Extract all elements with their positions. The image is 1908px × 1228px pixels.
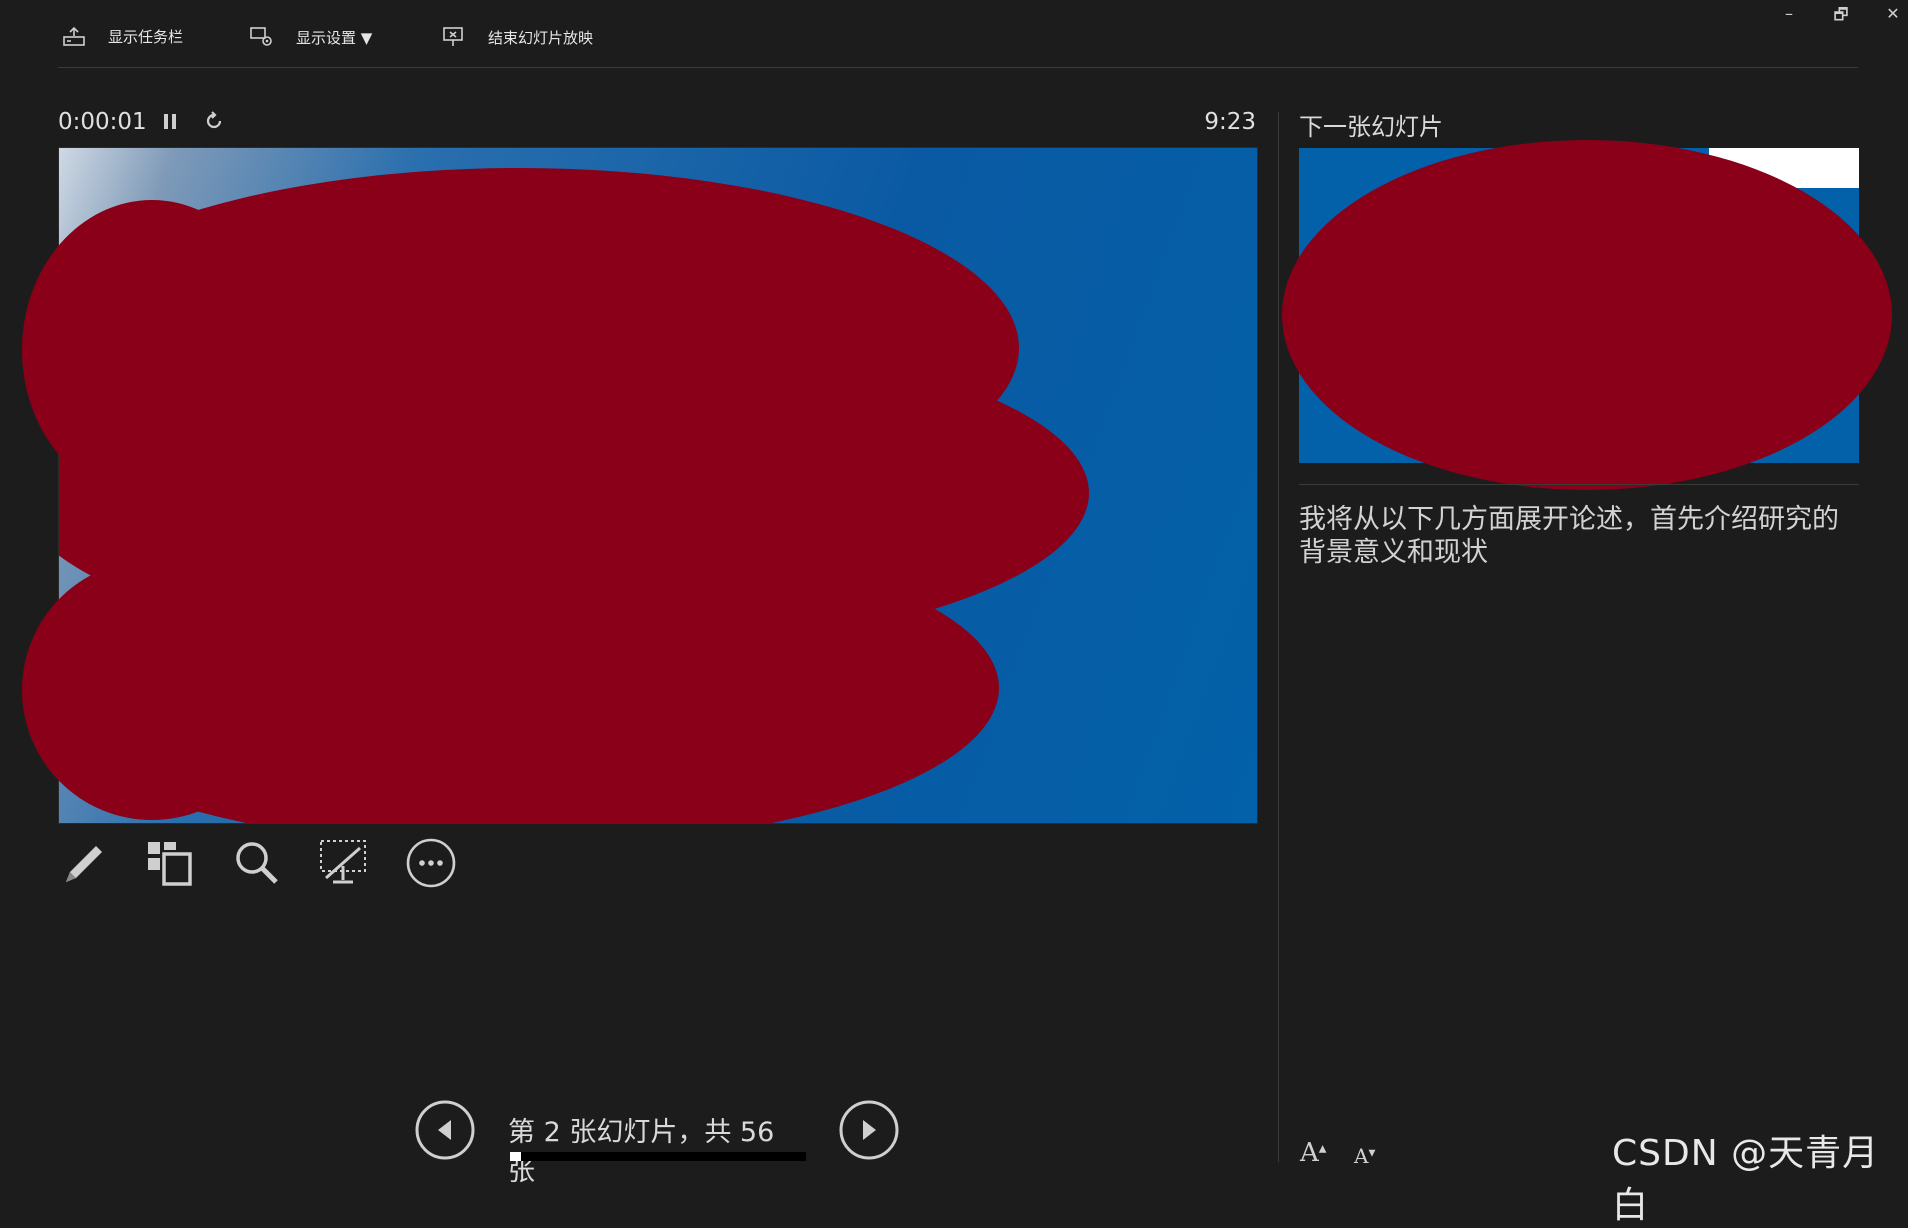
- slide-counter[interactable]: 第 2 张幻灯片，共 56 张: [508, 1110, 808, 1188]
- notes-divider: [1299, 484, 1859, 485]
- display-settings-label: 显示设置 ▼: [296, 28, 373, 47]
- restore-button[interactable]: 🗗: [1824, 4, 1858, 31]
- close-button[interactable]: ✕: [1876, 4, 1908, 23]
- zoom-icon[interactable]: [230, 836, 284, 890]
- increase-font-label: A: [1300, 1138, 1319, 1168]
- restart-timer-icon[interactable]: [203, 110, 225, 132]
- black-screen-icon[interactable]: [316, 836, 370, 890]
- end-slideshow-label: 结束幻灯片放映: [488, 28, 594, 47]
- pen-icon[interactable]: [58, 836, 112, 890]
- see-all-slides-icon[interactable]: [142, 836, 196, 890]
- minimize-button[interactable]: –: [1772, 4, 1806, 23]
- display-settings-icon: [250, 27, 272, 46]
- speaker-notes: 我将从以下几方面展开论述，首先介绍研究的背景意义和现状: [1299, 504, 1839, 568]
- decrease-font-label: A: [1354, 1144, 1369, 1168]
- redaction-mark: [22, 560, 282, 820]
- pane-divider: [1278, 112, 1279, 1162]
- show-taskbar-button[interactable]: 显示任务栏: [62, 26, 183, 47]
- decrease-font-button[interactable]: A▼: [1354, 1144, 1375, 1168]
- increase-font-button[interactable]: A▲: [1300, 1138, 1326, 1168]
- toolbar-divider: [58, 67, 1858, 68]
- display-settings-button[interactable]: 显示设置 ▼: [250, 26, 372, 48]
- previous-slide-icon[interactable]: [414, 1099, 476, 1161]
- end-slideshow-button[interactable]: 结束幻灯片放映: [442, 26, 593, 48]
- show-taskbar-label: 显示任务栏: [108, 28, 184, 46]
- watermark: CSDN @天青月白: [1612, 1133, 1880, 1226]
- current-time: 9:23: [1204, 109, 1256, 135]
- elapsed-timer: 0:00:01: [58, 109, 147, 135]
- more-options-icon[interactable]: [404, 836, 458, 890]
- next-slide-icon[interactable]: [838, 1099, 900, 1161]
- pause-icon[interactable]: [161, 112, 179, 132]
- redaction-mark: [22, 200, 282, 500]
- end-slideshow-icon: [443, 27, 463, 46]
- next-slide-label: 下一张幻灯片: [1299, 113, 1443, 141]
- slide-progress-fill: [510, 1152, 521, 1161]
- redaction-mark: [1282, 140, 1892, 490]
- slide-progress-bar: [510, 1152, 806, 1161]
- taskbar-icon: [63, 26, 85, 46]
- presenter-toolbar: 显示任务栏 显示设置 ▼ 结束幻灯片放映 – 🗗 ✕: [0, 0, 1908, 68]
